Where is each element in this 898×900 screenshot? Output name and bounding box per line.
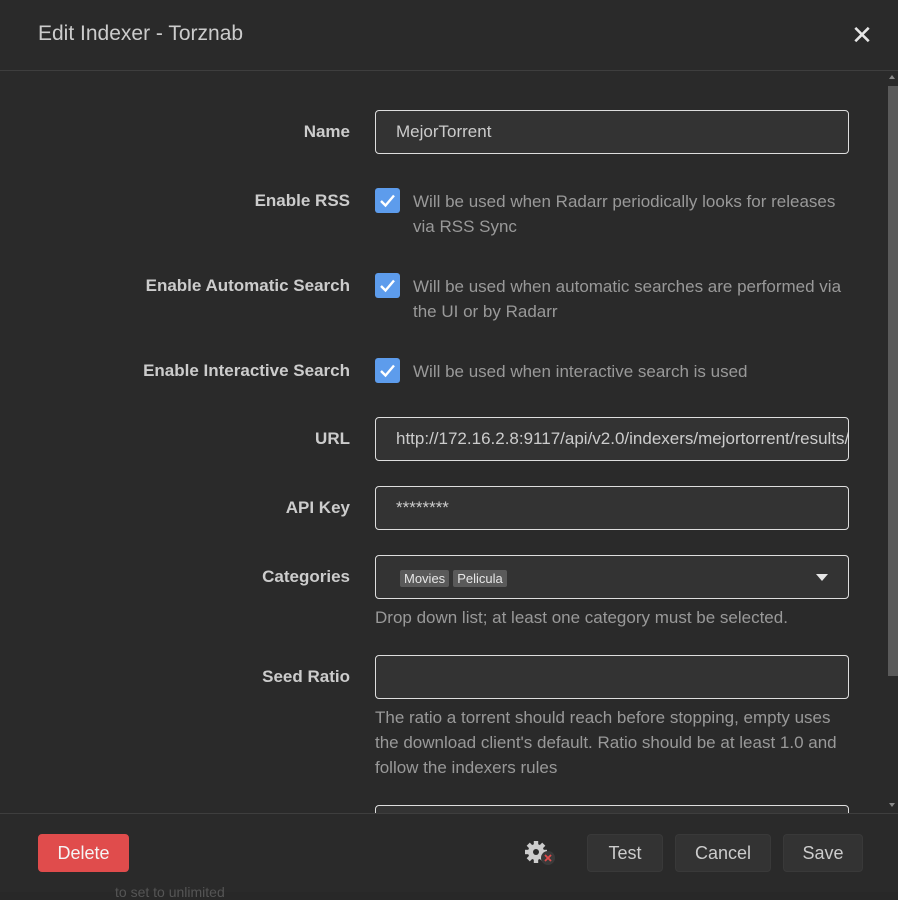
seed-ratio-label: Seed Ratio <box>262 667 350 686</box>
enable-interactive-search-help: Will be used when interactive search is … <box>413 362 748 381</box>
categories-tag-list: Movies Pelicula <box>400 569 511 588</box>
enable-auto-search-help: Will be used when automatic searches are… <box>413 277 842 321</box>
check-icon <box>380 279 395 293</box>
categories-help: Drop down list; at least one category mu… <box>375 608 788 627</box>
enable-auto-search-label: Enable Automatic Search <box>145 276 350 295</box>
name-label: Name <box>303 122 350 141</box>
modal-footer: Delete Test Cancel Save <box>0 813 898 892</box>
scroll-down-icon[interactable] <box>889 803 895 807</box>
api-key-label: API Key <box>285 498 350 517</box>
test-button[interactable]: Test <box>587 834 663 872</box>
modal-header: Edit Indexer - Torznab ✕ <box>0 0 898 71</box>
scroll-up-icon[interactable] <box>889 75 895 79</box>
enable-interactive-search-checkbox[interactable] <box>375 358 400 383</box>
enable-rss-checkbox[interactable] <box>375 188 400 213</box>
save-button[interactable]: Save <box>783 834 863 872</box>
background-text: to set to unlimited <box>115 884 225 900</box>
category-tag: Pelicula <box>453 570 507 588</box>
scrollbar-thumb[interactable] <box>888 86 898 676</box>
url-label: URL <box>315 429 350 448</box>
gear-icon[interactable] <box>523 838 559 868</box>
seed-ratio-help: The ratio a torrent should reach before … <box>375 708 837 777</box>
modal-body: Name MejorTorrent Enable RSS Will be use… <box>0 72 898 813</box>
check-icon <box>380 194 395 208</box>
seed-ratio-input[interactable] <box>375 655 849 699</box>
modal-title: Edit Indexer - Torznab <box>38 22 244 45</box>
category-tag: Movies <box>400 570 450 588</box>
enable-interactive-search-label: Enable Interactive Search <box>143 361 350 380</box>
delete-button[interactable]: Delete <box>38 834 129 872</box>
api-key-input[interactable]: ******** <box>375 486 849 530</box>
cancel-button[interactable]: Cancel <box>675 834 771 872</box>
advanced-settings-icon <box>525 841 555 865</box>
enable-rss-help: Will be used when Radarr periodically lo… <box>413 192 836 236</box>
check-icon <box>380 364 395 378</box>
url-input[interactable]: http://172.16.2.8:9117/api/v2.0/indexers… <box>375 417 849 461</box>
chevron-down-icon <box>816 574 828 581</box>
enable-rss-label: Enable RSS <box>254 191 350 210</box>
categories-label: Categories <box>262 567 350 586</box>
edit-indexer-modal: Edit Indexer - Torznab ✕ Name MejorTorre… <box>0 0 898 900</box>
next-field-input[interactable] <box>375 805 849 813</box>
enable-auto-search-checkbox[interactable] <box>375 273 400 298</box>
close-icon[interactable]: ✕ <box>848 22 876 50</box>
categories-select[interactable]: Movies Pelicula <box>375 555 849 599</box>
name-input[interactable]: MejorTorrent <box>375 110 849 154</box>
